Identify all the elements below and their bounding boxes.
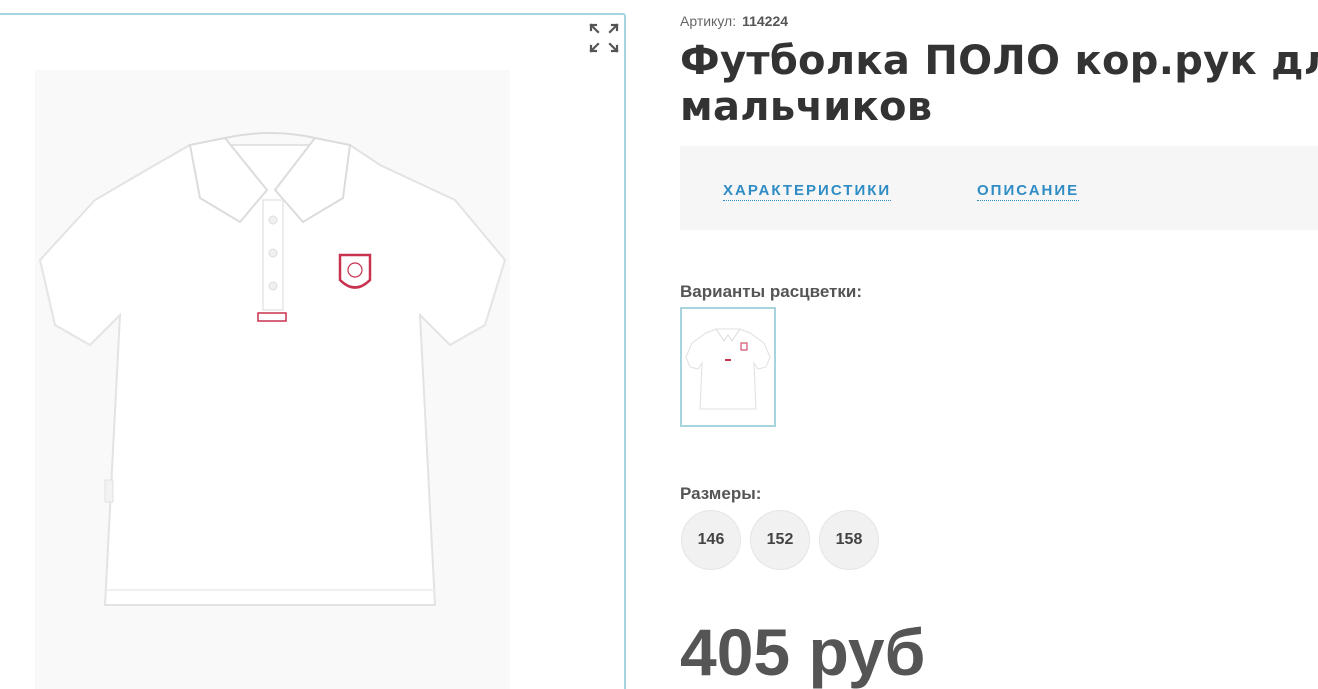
sku: Артикул: 114224	[680, 13, 788, 29]
polo-shirt-image	[38, 132, 507, 606]
expand-icon[interactable]	[588, 22, 620, 54]
sku-value: 114224	[742, 13, 789, 29]
product-page: Артикул: 114224 Футболка ПОЛО кор.рук для…	[0, 0, 1318, 689]
size-option-158[interactable]: 158	[819, 510, 879, 570]
color-variants-label: Варианты расцветки:	[680, 282, 863, 301]
color-swatch-thumbnail	[685, 328, 771, 410]
product-price: 405 руб	[680, 615, 926, 689]
sku-label: Артикул:	[680, 13, 737, 29]
info-tabs: ХАРАКТЕРИСТИКИ ОПИСАНИЕ	[680, 146, 1318, 230]
sizes-label: Размеры:	[680, 484, 762, 503]
tab-description[interactable]: ОПИСАНИЕ	[977, 182, 1080, 201]
product-title: Футболка ПОЛО кор.рук для мальчиков	[680, 38, 1318, 130]
size-option-146[interactable]: 146	[681, 510, 741, 570]
product-photo[interactable]	[35, 70, 510, 689]
tab-characteristics[interactable]: ХАРАКТЕРИСТИКИ	[723, 182, 892, 201]
color-swatch-white[interactable]	[680, 307, 776, 427]
size-option-152[interactable]: 152	[750, 510, 810, 570]
